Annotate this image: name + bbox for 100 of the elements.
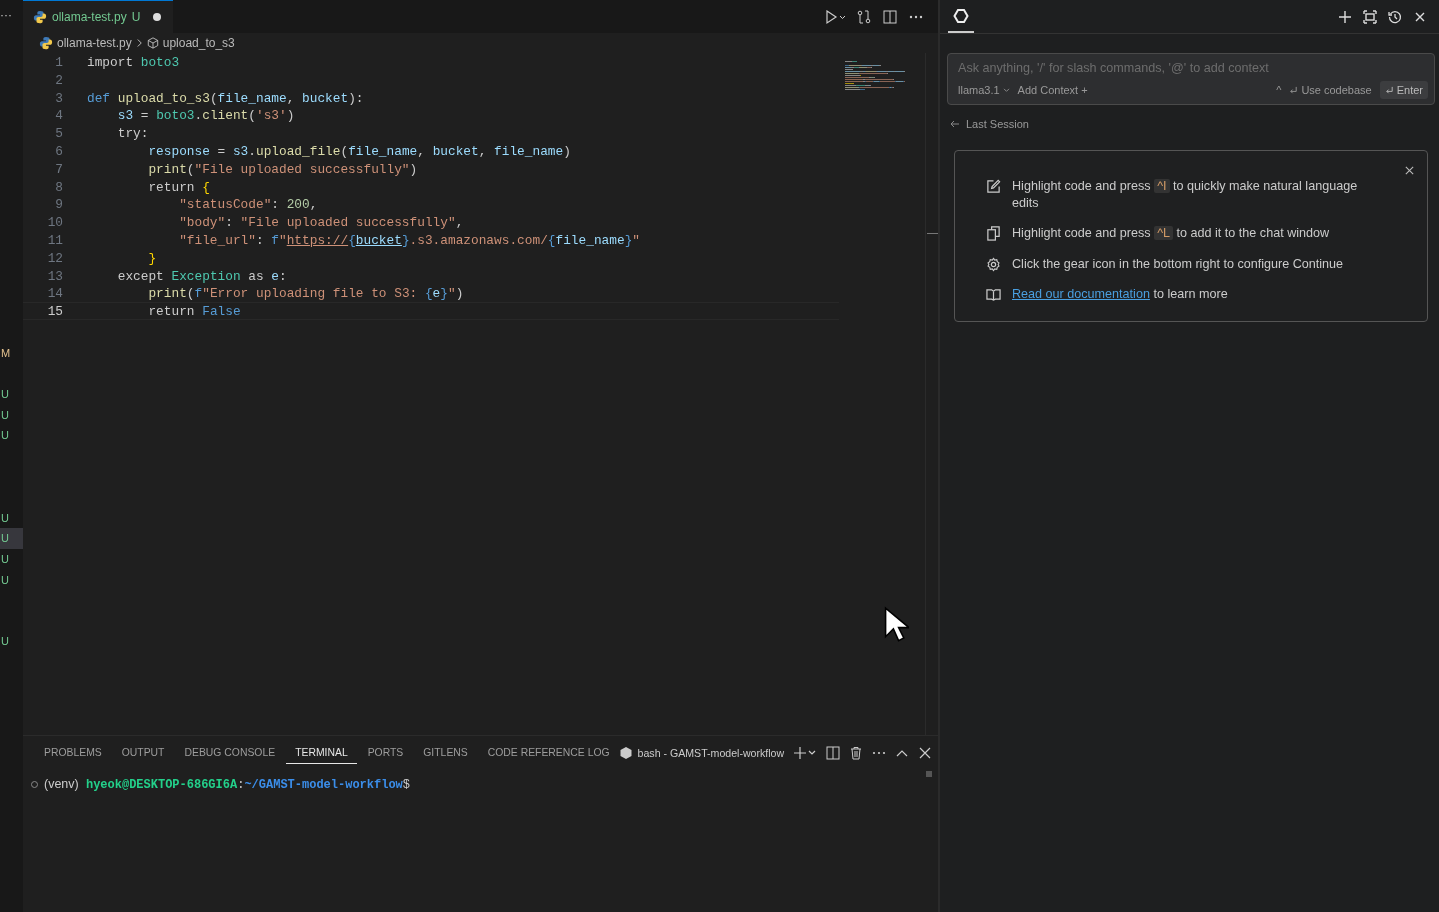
line-number: 13 [46, 267, 63, 284]
line-number: 7 [54, 160, 63, 177]
git-status-letter: U [1, 532, 9, 545]
code-line: } [147, 249, 157, 266]
line-number: 15 [46, 303, 63, 319]
caret-icon[interactable]: ^ [1276, 84, 1282, 96]
code-line: print("File uploaded successfully") [147, 160, 418, 177]
line-number: 3 [54, 89, 63, 106]
history-icon[interactable] [1388, 9, 1402, 24]
split-editor-icon[interactable] [882, 8, 898, 25]
line-number: 4 [54, 107, 63, 124]
line-number: 8 [54, 178, 63, 195]
code-line: "statusCode": 200, [178, 196, 318, 213]
panel-tab[interactable]: GITLENS [414, 741, 477, 764]
tip-text: Highlight code and press ^L to add it to the chat window [1012, 225, 1330, 242]
tip-text: Read our documentation to learn more [1012, 286, 1228, 303]
panel-tab[interactable]: CODE REFERENCE LOG [478, 741, 619, 764]
python-icon [33, 10, 47, 24]
git-status-letter: U [1, 511, 9, 524]
mouse-pointer-icon [883, 605, 909, 645]
code-line: print(f"Error uploading file to S3: {e}") [147, 285, 464, 302]
minimap[interactable] [845, 61, 905, 91]
code-line: except Exception as e: [116, 267, 287, 284]
panel-tab[interactable]: PROBLEMS [35, 741, 111, 764]
line-number: 6 [54, 143, 63, 159]
terminal-icon [618, 745, 633, 760]
git-status-letter: U [1, 408, 9, 421]
panel-tab[interactable]: DEBUG CONSOLE [175, 741, 285, 764]
line-number: 5 [54, 125, 63, 141]
cube-icon [146, 37, 159, 49]
git-status-letter: U [1, 573, 9, 586]
book-icon [986, 287, 1001, 302]
explorer-row[interactable]: U [0, 548, 23, 570]
git-status-letter: U [1, 635, 9, 648]
code-line: "file_url": f"https://{bucket}.s3.amazonaws.com/{file_name}" [178, 231, 640, 248]
arrow-left-icon [950, 120, 960, 128]
return-icon [1289, 85, 1299, 95]
enter-button[interactable]: Enter [1379, 81, 1428, 99]
more-icon[interactable]: ··· [0, 0, 23, 30]
fullscreen-icon[interactable] [1363, 9, 1377, 24]
close-icon[interactable] [918, 745, 933, 760]
hexagon-logo-icon [953, 7, 969, 24]
line-number: 14 [46, 285, 63, 302]
explorer-row[interactable]: U [0, 507, 23, 529]
chevron-icon [135, 38, 143, 48]
last-session-link[interactable]: Last Session [950, 118, 1439, 130]
code-line: def upload_to_s3(file_name, bucket): [87, 89, 364, 106]
explorer-row[interactable]: U [0, 404, 23, 426]
git-status-letter: U [1, 552, 9, 565]
scrollbar[interactable] [925, 53, 938, 735]
explorer-row[interactable]: M [0, 343, 23, 364]
line-number: 1 [54, 54, 63, 70]
explorer-row[interactable]: U [0, 528, 23, 549]
documentation-link[interactable]: Read our documentation [1012, 287, 1150, 301]
close-icon[interactable] [1404, 165, 1415, 176]
model-dropdown[interactable]: llama3.1 [958, 84, 1010, 96]
code-line: return { [147, 178, 210, 195]
clipboard-icon [986, 226, 1001, 241]
panel-tab[interactable]: OUTPUT [112, 741, 174, 764]
code-line: response = s3.upload_file(file_name, bucket, file_name) [147, 143, 571, 159]
line-number: 12 [46, 249, 63, 266]
run-icon[interactable] [824, 8, 846, 25]
panel-tab[interactable]: PORTS [358, 741, 413, 764]
return-icon [1384, 85, 1394, 95]
chat-input[interactable]: Ask anything, '/' for slash commands, '@' to add context llama3.1 Add Context + ^ Use codebase Enter [947, 53, 1435, 105]
code-line: import boto3 [87, 54, 180, 70]
explorer-row[interactable]: U [0, 384, 23, 405]
git-status-letter: U [1, 388, 9, 401]
breadcrumb-item[interactable]: upload_to_s3 [162, 36, 235, 50]
editor-tab[interactable]: ollama-test.py U [23, 0, 174, 33]
add-context-button[interactable]: Add Context + [1017, 84, 1088, 96]
chevron-down-icon [1002, 87, 1010, 93]
panel-tab[interactable]: TERMINAL [286, 741, 357, 764]
use-codebase-button[interactable]: Use codebase [1289, 84, 1372, 96]
breadcrumb-item[interactable]: ollama-test.py [57, 36, 132, 50]
compare-changes-icon[interactable] [856, 8, 872, 25]
new-terminal-icon[interactable] [793, 745, 818, 760]
line-number: 9 [54, 196, 63, 213]
plus-icon[interactable] [1338, 9, 1352, 24]
line-number: 2 [54, 71, 63, 88]
tip-text: Highlight code and press ^I to quickly make natural language edits [1012, 178, 1359, 211]
gear-icon [986, 256, 1001, 272]
line-number: 11 [46, 231, 63, 248]
code-line: s3 = boto3.client('s3') [116, 107, 295, 124]
code-line: try: [116, 125, 149, 141]
code-line: return False [147, 303, 241, 319]
pencil-icon [986, 179, 1001, 194]
terminal-name[interactable]: bash - GAMST-model-workflow [637, 746, 785, 759]
trash-icon[interactable] [849, 745, 864, 760]
explorer-row[interactable]: U [0, 631, 23, 652]
explorer-row[interactable]: U [0, 569, 23, 591]
line-number: 10 [46, 214, 63, 230]
scrollbar-thumb[interactable] [926, 771, 932, 777]
git-status-letter: U [1, 429, 9, 442]
terminal-prompt: (venv) hyeok@DESKTOP-686GI6A:~/GAMST-model-workflow$ [44, 777, 410, 792]
git-status-letter: M [1, 347, 11, 359]
split-terminal-icon[interactable] [826, 745, 841, 760]
tip-text: Click the gear icon in the bottom right to configure Continue [1012, 255, 1344, 272]
explorer-row[interactable]: U [0, 425, 23, 446]
python-icon [39, 36, 53, 50]
